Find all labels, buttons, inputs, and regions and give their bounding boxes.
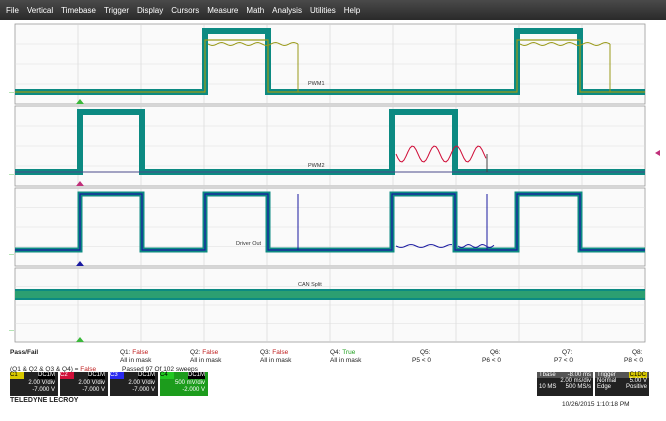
menu-utilities[interactable]: Utilities	[310, 6, 336, 15]
trigger-level-marker	[655, 150, 660, 156]
q2-desc: All in mask	[190, 357, 222, 364]
ground-marker: —	[9, 252, 14, 258]
q5-desc: P5 < 0	[412, 357, 431, 364]
brand-logo: TELEDYNE LECROY	[10, 397, 79, 404]
q7-desc: P7 < 0	[554, 357, 573, 364]
q1-desc: All in mask	[120, 357, 152, 364]
channel-c3-box[interactable]: C3 DC1M 2.00 V/div -7.000 V	[110, 372, 158, 396]
channel-c1-box[interactable]: C1 DC1M 2.00 V/div -7.000 V	[10, 372, 58, 396]
q1-status[interactable]: Q1: False	[120, 349, 148, 356]
q6-desc: P6 < 0	[482, 357, 501, 364]
trace-label-can: CAN Split	[298, 282, 322, 288]
trace-label-driver: Driver Out	[236, 241, 262, 247]
menu-math[interactable]: Math	[246, 6, 264, 15]
ground-marker: —	[9, 172, 14, 178]
q6-status[interactable]: Q6:	[490, 349, 500, 356]
timebase-box[interactable]: Tbase -8.00 ms 2.00 ms/div 10 MS 500 MS/s	[537, 372, 593, 396]
menu-cursors[interactable]: Cursors	[171, 6, 199, 15]
trace-label-pwm1: PWM1	[308, 81, 325, 87]
channel-c4-box[interactable]: C4 DC1M 500 mV/div -2.000 V	[160, 372, 208, 396]
q4-desc: All in mask	[330, 357, 362, 364]
can-trace	[15, 291, 645, 298]
menu-trigger[interactable]: Trigger	[104, 6, 129, 15]
menu-vertical[interactable]: Vertical	[27, 6, 53, 15]
menu-bar: File Vertical Timebase Trigger Display C…	[0, 0, 666, 20]
channel-c2-box[interactable]: C2 DC1M 2.00 V/div -7.000 V	[60, 372, 108, 396]
q3-status[interactable]: Q3: False	[260, 349, 288, 356]
q5-status[interactable]: Q5:	[420, 349, 430, 356]
q2-status[interactable]: Q2: False	[190, 349, 218, 356]
menu-display[interactable]: Display	[137, 6, 163, 15]
menu-help[interactable]: Help	[344, 6, 360, 15]
q7-status[interactable]: Q7:	[562, 349, 572, 356]
q8-status[interactable]: Q8:	[632, 349, 642, 356]
ground-marker: —	[9, 328, 14, 334]
scope-display[interactable]: — — — — PWM1 PWM2 Driver Out CAN Split	[0, 20, 666, 343]
menu-measure[interactable]: Measure	[207, 6, 238, 15]
q3-desc: All in mask	[260, 357, 292, 364]
q8-desc: P8 < 0	[624, 357, 643, 364]
ground-marker: —	[9, 90, 14, 96]
menu-file[interactable]: File	[6, 6, 19, 15]
trace-label-pwm2: PWM2	[308, 163, 325, 169]
passfail-title: Pass/Fail	[10, 349, 39, 356]
timestamp: 10/26/2015 1:10:18 PM	[562, 401, 630, 408]
menu-timebase[interactable]: Timebase	[61, 6, 96, 15]
menu-analysis[interactable]: Analysis	[272, 6, 302, 15]
trigger-box[interactable]: Trigger C1DC Normal 5.00 V Edge Positive	[595, 372, 649, 396]
q4-status[interactable]: Q4: True	[330, 349, 355, 356]
